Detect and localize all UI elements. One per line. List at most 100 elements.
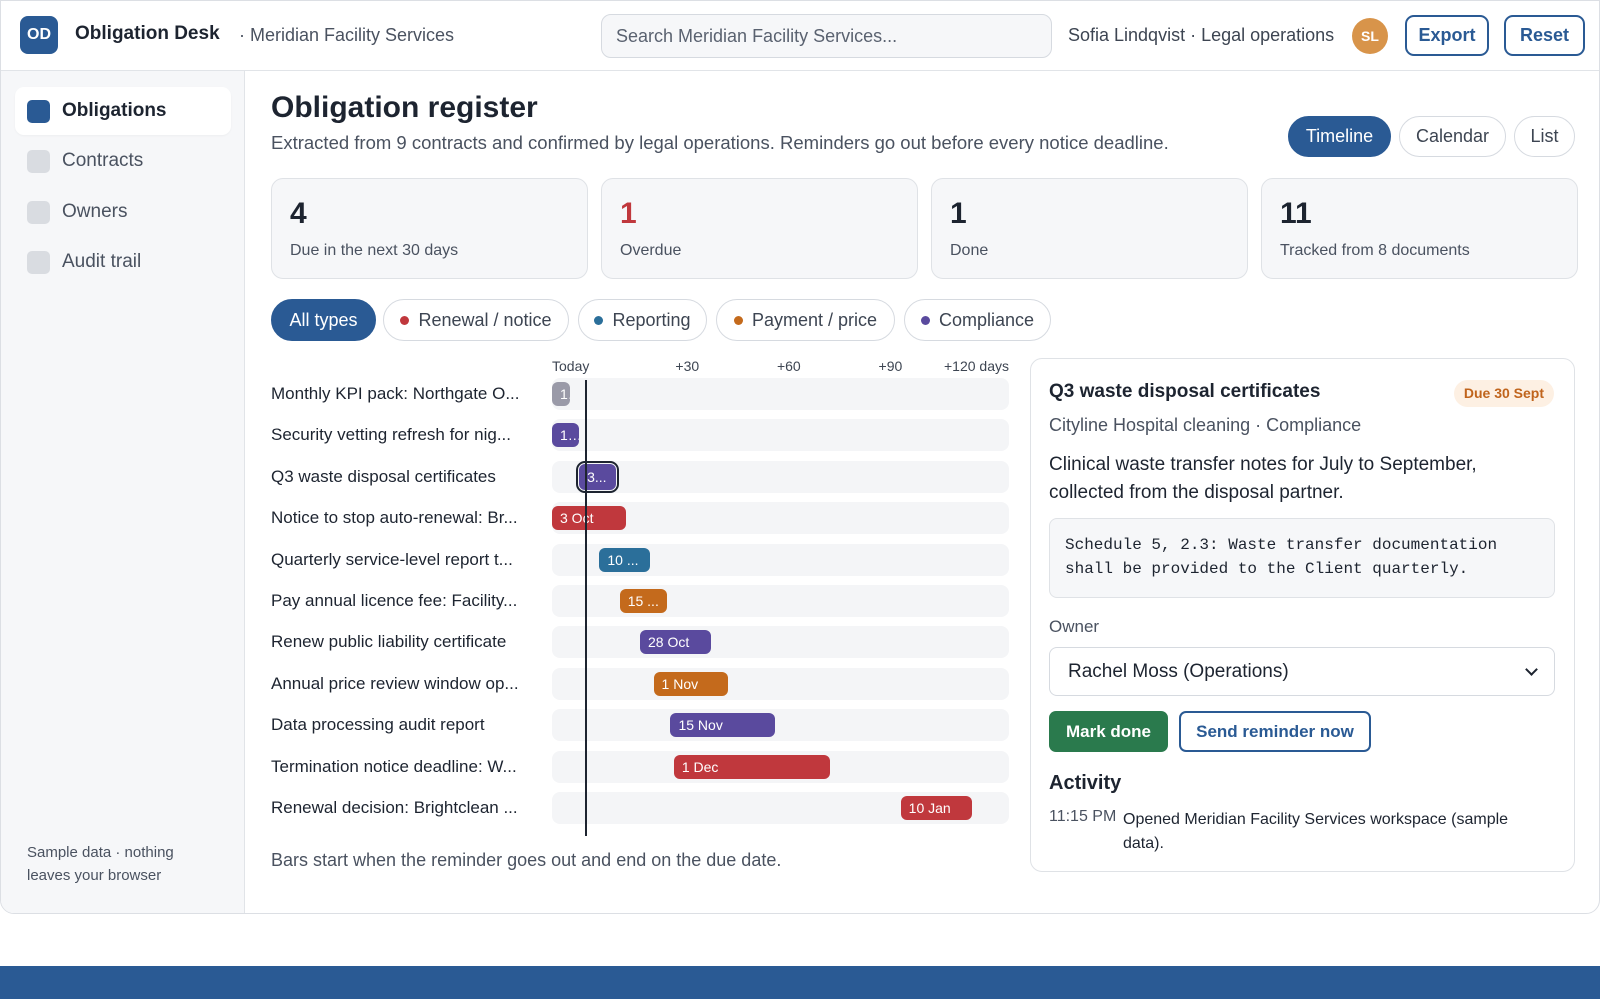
- stat-done[interactable]: 1 Done: [931, 178, 1248, 279]
- stat-overdue[interactable]: 1 Overdue: [601, 178, 918, 279]
- chip-label: Compliance: [938, 309, 1035, 330]
- footer-band: [0, 966, 1600, 999]
- timeline-bar[interactable]: 15: [552, 382, 570, 406]
- user-label: Sofia Lindqvist · Legal operations: [1068, 25, 1335, 45]
- sidebar-item-contracts[interactable]: Contracts: [15, 137, 231, 185]
- sidebar-item-label: Audit trail: [62, 251, 142, 272]
- app-title: Obligation Desk: [75, 23, 220, 44]
- today-marker-line: [584, 380, 587, 836]
- stat-due-soon[interactable]: 4 Due in the next 30 days: [271, 178, 588, 279]
- audit-trail-icon: [27, 250, 50, 274]
- axis-tick-label: +90: [878, 358, 903, 374]
- app-window: OD Obligation Desk · Meridian Facility S…: [0, 0, 1600, 914]
- timeline-track: 3 Oct: [552, 502, 1009, 535]
- sidebar-item-owners[interactable]: Owners: [15, 188, 231, 236]
- timeline-row-label[interactable]: Notice to stop auto-renewal: Br...: [271, 507, 541, 529]
- stat-value: 1: [950, 197, 967, 230]
- filter-all-types[interactable]: All types: [271, 299, 376, 341]
- renewal-dot-icon: [400, 315, 410, 325]
- reporting-dot-icon: [594, 315, 604, 325]
- timeline-bar[interactable]: 15 ...: [619, 589, 668, 613]
- timeline-track: 1...: [552, 419, 1009, 452]
- axis-tick-label: +120 days: [944, 358, 1009, 374]
- obligation-timeline: Today +30 +60 +90 +120 days Monthly KPI pack:…: [271, 356, 1011, 836]
- tab-list[interactable]: List: [1514, 116, 1575, 157]
- sidebar: Obligations Contracts Owners Audit trail…: [1, 71, 245, 913]
- chip-label: Renewal / notice: [418, 309, 552, 330]
- obligation-detail-panel: Q3 waste disposal certificates Due 30 Se…: [1030, 358, 1575, 872]
- timeline-row-label[interactable]: Data processing audit report: [271, 714, 541, 736]
- axis-tick-label: Today: [552, 358, 590, 374]
- timeline-row-label[interactable]: Termination notice deadline: W...: [271, 756, 541, 778]
- sidebar-item-label: Owners: [62, 201, 128, 222]
- compliance-dot-icon: [920, 315, 930, 325]
- stat-value: 4: [290, 197, 307, 230]
- timeline-track: 15 Nov: [552, 709, 1009, 742]
- stat-value: 11: [1280, 197, 1312, 230]
- timeline-bar[interactable]: 28 Oct: [640, 630, 712, 655]
- activity-text: Opened Meridian Facility Services worksp…: [1123, 811, 1509, 852]
- chip-label: All types: [289, 309, 358, 330]
- timeline-bar[interactable]: 10 ...: [599, 547, 651, 572]
- tab-calendar[interactable]: Calendar: [1399, 116, 1506, 157]
- detail-description: Clinical waste transfer notes for July t…: [1049, 454, 1477, 503]
- filter-compliance[interactable]: Compliance: [904, 299, 1051, 341]
- owner-select[interactable]: Rachel Moss (Operations): [1049, 647, 1555, 696]
- timeline-bar[interactable]: 3 Oct: [552, 506, 627, 531]
- page-title: Obligation register: [271, 91, 538, 124]
- top-bar: OD Obligation Desk · Meridian Facility S…: [1, 1, 1599, 71]
- filter-reporting[interactable]: Reporting: [578, 299, 707, 341]
- timeline-row-label[interactable]: Renew public liability certificate: [271, 631, 541, 653]
- tab-timeline[interactable]: Timeline: [1288, 116, 1391, 157]
- owner-label: Owner: [1049, 617, 1100, 636]
- filter-renewal-notice[interactable]: Renewal / notice: [383, 299, 569, 341]
- stat-tracked[interactable]: 11 Tracked from 8 documents: [1261, 178, 1578, 279]
- mark-done-button[interactable]: Mark done: [1049, 711, 1168, 752]
- timeline-row-label[interactable]: Renewal decision: Brightclean ...: [271, 797, 541, 819]
- app-logo: OD: [20, 16, 58, 54]
- timeline-track: 1 Nov: [552, 667, 1009, 700]
- timeline-track: 1 Dec: [552, 750, 1009, 783]
- timeline-row-label[interactable]: Q3 waste disposal certificates: [271, 466, 541, 488]
- detail-title: Q3 waste disposal certificates: [1049, 381, 1321, 402]
- axis-tick-label: +30: [675, 358, 700, 374]
- timeline-bar[interactable]: 15 Nov: [670, 713, 776, 738]
- sidebar-item-audit-trail[interactable]: Audit trail: [15, 238, 231, 286]
- stat-label: Done: [950, 242, 989, 259]
- timeline-row-label[interactable]: Security vetting refresh for nig...: [271, 424, 541, 446]
- sidebar-item-obligations[interactable]: Obligations: [15, 87, 231, 135]
- timeline-track: 10 Jan: [552, 792, 1009, 824]
- timeline-note: Bars start when the reminder goes out an…: [271, 850, 782, 870]
- timeline-bar[interactable]: 10 Jan: [900, 796, 972, 820]
- search-input[interactable]: [601, 14, 1052, 58]
- payment-dot-icon: [733, 315, 743, 325]
- owner-select-value: Rachel Moss (Operations): [1068, 660, 1289, 682]
- sidebar-item-label: Contracts: [62, 150, 144, 171]
- timeline-bar[interactable]: 1...: [552, 423, 580, 448]
- chevron-down-icon: [1525, 663, 1538, 676]
- send-reminder-button[interactable]: Send reminder now: [1179, 711, 1371, 752]
- stat-label: Due in the next 30 days: [290, 242, 459, 259]
- stat-value: 1: [620, 197, 637, 230]
- timeline-track: 3...: [552, 460, 1009, 493]
- timeline-row-label[interactable]: Pay annual licence fee: Facility...: [271, 590, 541, 612]
- timeline-bar[interactable]: 1 Nov: [653, 671, 729, 696]
- contract-clause: Schedule 5, 2.3: Waste transfer document…: [1049, 518, 1555, 598]
- filter-payment-price[interactable]: Payment / price: [716, 299, 895, 341]
- activity-time: 11:15 PM: [1049, 808, 1117, 825]
- export-button[interactable]: Export: [1405, 15, 1489, 56]
- detail-meta: Cityline Hospital cleaning · Compliance: [1049, 415, 1362, 435]
- timeline-row-label[interactable]: Annual price review window op...: [271, 673, 541, 695]
- axis-tick-label: +60: [776, 358, 801, 374]
- reset-button[interactable]: Reset: [1504, 15, 1585, 56]
- avatar[interactable]: SL: [1352, 18, 1388, 54]
- sidebar-note: Sample data · nothing leaves your browse…: [27, 844, 174, 884]
- stat-label: Tracked from 8 documents: [1280, 242, 1470, 259]
- timeline-track: 15: [552, 378, 1009, 410]
- timeline-row-label[interactable]: Quarterly service-level report t...: [271, 549, 541, 571]
- timeline-track: 15 ...: [552, 585, 1009, 617]
- owners-icon: [27, 200, 50, 224]
- timeline-bar[interactable]: 1 Dec: [673, 754, 830, 779]
- timeline-row-label[interactable]: Monthly KPI pack: Northgate O...: [271, 383, 541, 405]
- stat-label: Overdue: [620, 242, 682, 259]
